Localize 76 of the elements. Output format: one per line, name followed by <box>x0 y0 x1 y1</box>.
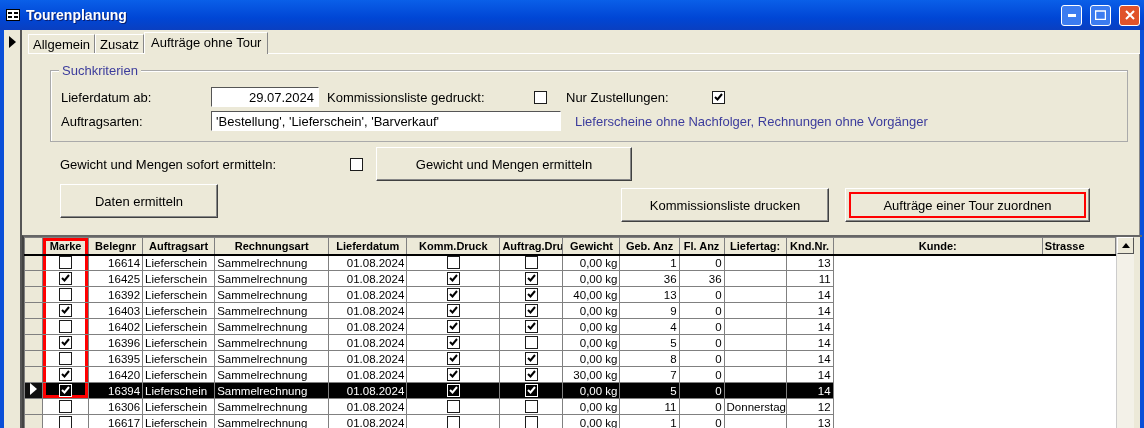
column-header[interactable]: Strasse <box>1042 237 1116 255</box>
checkbox[interactable] <box>446 368 460 381</box>
column-header[interactable]: Knd.Nr. <box>786 237 834 255</box>
form-icon <box>6 9 20 21</box>
checkbox[interactable] <box>350 157 363 171</box>
checkbox[interactable] <box>712 90 725 104</box>
checkbox[interactable] <box>446 256 460 270</box>
tab[interactable]: Aufträge ohne Tour <box>144 32 269 54</box>
checkbox[interactable] <box>59 400 73 413</box>
checkbox[interactable] <box>446 336 460 349</box>
hint-text: Lieferscheine ohne Nachfolger, Rechnungen ohne Vorgänger <box>575 113 928 129</box>
column-header[interactable]: Lieferdatum <box>328 237 407 255</box>
checkbox[interactable] <box>59 320 73 333</box>
checkbox[interactable] <box>534 90 547 104</box>
checkbox[interactable] <box>446 272 460 285</box>
group-title: Suchkriterien <box>59 63 141 78</box>
checkbox[interactable] <box>59 256 73 270</box>
order-types-field[interactable]: 'Bestellung', 'Lieferschein', 'Barverkauf' <box>211 111 561 131</box>
minimize-button[interactable] <box>1061 4 1082 26</box>
fetch-data-button[interactable]: Daten ermitteln <box>60 184 218 218</box>
field-label: Nur Zustellungen: <box>566 89 670 105</box>
checkbox[interactable] <box>59 416 73 428</box>
column-header[interactable]: Belegnr <box>88 237 143 255</box>
grid-corner <box>24 237 43 255</box>
date-field[interactable]: 29.07.2024 <box>211 87 319 107</box>
scrollbar[interactable] <box>1116 237 1134 428</box>
checkbox[interactable] <box>59 272 73 285</box>
record-pointer-icon <box>8 36 16 48</box>
checkbox[interactable] <box>524 368 538 381</box>
window-title: Tourenplanung <box>26 7 128 23</box>
column-header[interactable]: Geb. Anz <box>620 237 680 255</box>
checkbox[interactable] <box>524 352 538 365</box>
column-header[interactable]: Fl. Anz <box>679 237 725 255</box>
column-header[interactable]: Auftrag.Dru <box>499 237 563 255</box>
checkbox[interactable] <box>446 352 460 365</box>
minimize-icon <box>1067 13 1076 17</box>
scroll-up-icon[interactable] <box>1121 243 1130 248</box>
field-label: Lieferdatum ab: <box>61 89 153 105</box>
checkbox[interactable] <box>524 336 538 349</box>
checkbox[interactable] <box>446 320 460 333</box>
checkbox[interactable] <box>524 288 538 301</box>
column-header[interactable]: Kunde: <box>833 237 1043 255</box>
column-header[interactable]: Rechnungsart <box>214 237 329 255</box>
assign-tour-button[interactable]: Aufträge einer Tour zuordnen <box>845 188 1090 222</box>
checkbox[interactable] <box>524 304 538 317</box>
checkbox[interactable] <box>446 416 460 428</box>
maximize-icon <box>1095 10 1106 20</box>
column-header[interactable]: Komm.Druck <box>406 237 500 255</box>
column-header[interactable]: Auftragsart <box>142 237 215 255</box>
column-header[interactable]: Marke <box>42 237 89 255</box>
checkbox[interactable] <box>59 304 73 317</box>
column-header[interactable]: Gewicht <box>562 237 620 255</box>
field-label: Gewicht und Mengen sofort ermitteln: <box>59 156 278 172</box>
close-icon <box>1124 10 1135 20</box>
close-button[interactable] <box>1119 4 1140 26</box>
field-label: Kommissionsliste gedruckt: <box>326 89 486 105</box>
print-list-button[interactable]: Kommissionsliste drucken <box>621 188 829 222</box>
checkbox[interactable] <box>524 256 538 270</box>
maximize-button[interactable] <box>1090 4 1111 26</box>
calculate-weight-button[interactable]: Gewicht und Mengen ermitteln <box>376 147 632 181</box>
checkbox[interactable] <box>524 416 538 428</box>
tab[interactable]: Zusatz <box>95 34 145 53</box>
checkbox[interactable] <box>59 288 73 301</box>
checkbox[interactable] <box>59 368 73 381</box>
tab[interactable]: Allgemein <box>28 34 96 53</box>
field-label: Auftragsarten: <box>61 113 144 129</box>
checkbox[interactable] <box>524 400 538 413</box>
checkbox[interactable] <box>446 400 460 413</box>
checkbox[interactable] <box>524 272 538 285</box>
checkbox[interactable] <box>446 288 460 301</box>
record-pointer-icon <box>30 383 37 395</box>
checkbox[interactable] <box>524 320 538 333</box>
checkbox[interactable] <box>59 352 73 365</box>
column-header[interactable]: Liefertag: <box>724 237 787 255</box>
checkbox[interactable] <box>59 336 73 349</box>
checkbox[interactable] <box>446 304 460 317</box>
